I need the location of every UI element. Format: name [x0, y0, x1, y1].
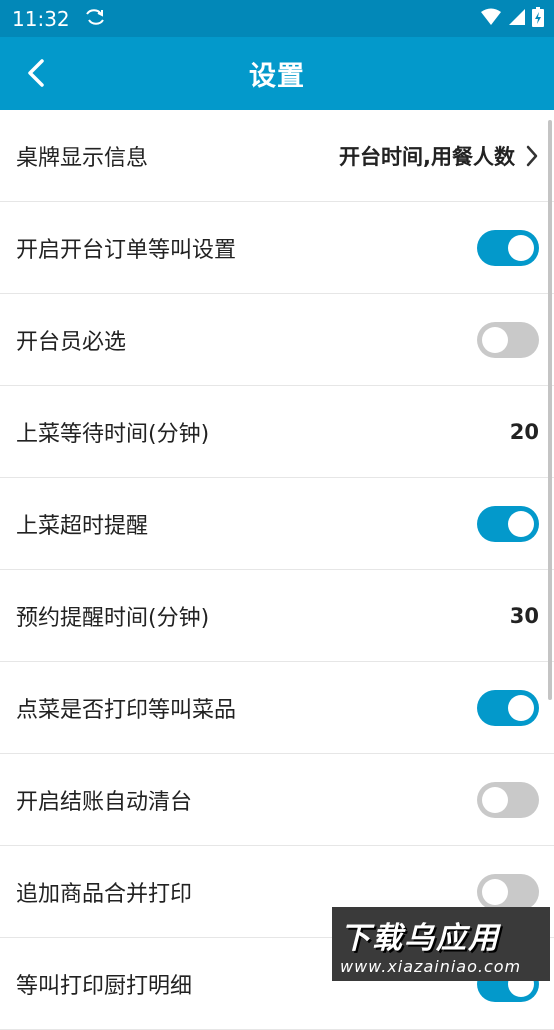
setting-label: 开台员必选 — [16, 329, 127, 355]
sync-icon — [84, 8, 106, 30]
setting-serve-wait-time[interactable]: 上菜等待时间(分钟) 20 — [0, 386, 554, 478]
setting-value: 开台时间,用餐人数 — [339, 144, 515, 169]
setting-reservation-reminder-time[interactable]: 预约提醒时间(分钟) 30 — [0, 570, 554, 662]
setting-serve-timeout-alert: 上菜超时提醒 — [0, 478, 554, 570]
status-time: 11:32 — [12, 6, 70, 31]
page-title: 设置 — [249, 61, 305, 92]
wifi-icon — [480, 8, 502, 30]
setting-auto-clear-table: 开启结账自动清台 — [0, 754, 554, 846]
setting-staff-required: 开台员必选 — [0, 294, 554, 386]
setting-table-display-info[interactable]: 桌牌显示信息 开台时间,用餐人数 — [0, 110, 554, 202]
setting-label: 上菜等待时间(分钟) — [16, 421, 210, 447]
app-bar: 设置 — [0, 37, 554, 110]
cell-signal-icon — [508, 8, 526, 30]
status-bar: 11:32 — [0, 0, 554, 37]
setting-value: 30 — [509, 603, 539, 628]
setting-label: 上菜超时提醒 — [16, 513, 149, 539]
toggle-switch[interactable] — [477, 321, 539, 358]
toggle-switch[interactable] — [477, 689, 539, 726]
setting-value: 20 — [509, 419, 539, 444]
toggle-switch[interactable] — [477, 781, 539, 818]
setting-label: 开启结账自动清台 — [16, 789, 193, 815]
back-button[interactable] — [14, 51, 58, 95]
setting-label: 预约提醒时间(分钟) — [16, 605, 210, 631]
toggle-switch[interactable] — [477, 873, 539, 910]
toggle-switch[interactable] — [477, 505, 539, 542]
settings-list: 桌牌显示信息 开台时间,用餐人数 开启开台订单等叫设置 开台员必选 上菜等待时间… — [0, 110, 554, 1030]
watermark-logo: 下载乌应用 www.xiazainiao.com — [332, 907, 550, 981]
setting-label: 桌牌显示信息 — [16, 145, 149, 171]
setting-print-wait-dishes: 点菜是否打印等叫菜品 — [0, 662, 554, 754]
watermark-sub: www.xiazainiao.com — [340, 957, 522, 976]
chevron-left-icon — [28, 59, 44, 87]
setting-label: 开启开台订单等叫设置 — [16, 237, 237, 263]
setting-label: 追加商品合并打印 — [16, 881, 193, 907]
scrollbar[interactable] — [548, 120, 552, 700]
setting-order-wait-call: 开启开台订单等叫设置 — [0, 202, 554, 294]
battery-icon — [532, 6, 544, 31]
chevron-right-icon — [526, 145, 538, 166]
toggle-switch[interactable] — [477, 229, 539, 266]
setting-label: 点菜是否打印等叫菜品 — [16, 697, 237, 723]
watermark-main: 下载乌应用 — [340, 921, 500, 956]
